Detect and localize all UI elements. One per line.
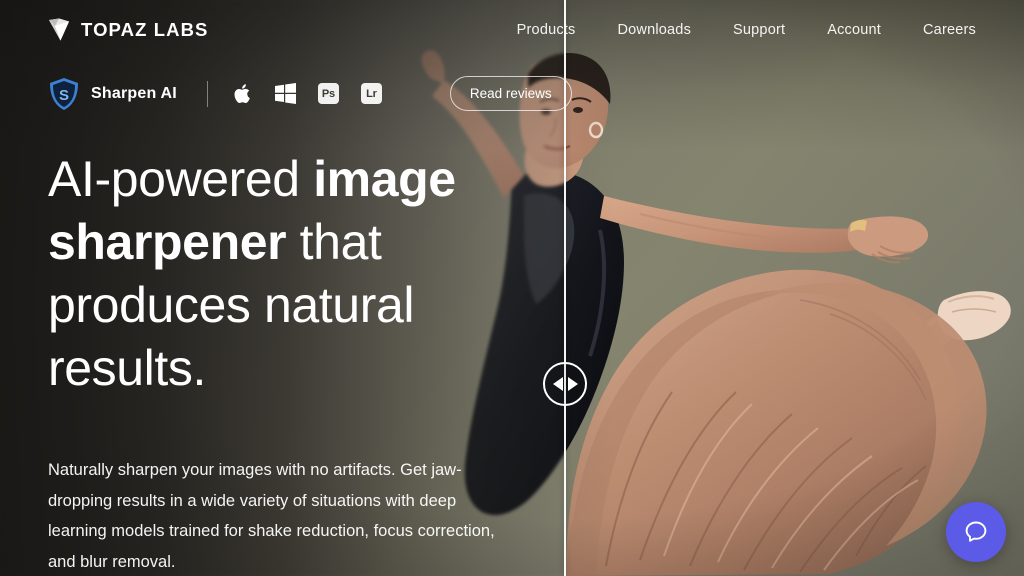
platform-icons: Ps Lr — [234, 83, 382, 105]
lightroom-chip-label: Lr — [360, 83, 382, 104]
nav-link-products[interactable]: Products — [517, 22, 576, 38]
arrow-left-icon — [552, 377, 563, 391]
diamond-gem-icon — [49, 18, 69, 41]
comparison-after-pane — [565, 0, 1024, 576]
product-bar: S Sharpen AI Ps Lr Read reviews — [48, 76, 572, 111]
hero-copy: AI-powered image sharpener that produces… — [48, 148, 518, 576]
lightroom-icon[interactable]: Lr — [360, 83, 382, 104]
vertical-divider — [206, 80, 208, 107]
hero-section: TOPAZ LABS Products Downloads Support Ac… — [0, 0, 1024, 576]
hero-subcopy: Naturally sharpen your images with no ar… — [48, 461, 495, 571]
shield-s-icon: S — [50, 77, 78, 110]
read-reviews-button[interactable]: Read reviews — [449, 76, 572, 111]
topaz-labs-logo[interactable]: TOPAZ LABS — [48, 18, 208, 42]
photoshop-chip-label: Ps — [317, 83, 339, 104]
windows-icon[interactable] — [274, 83, 296, 104]
nav-link-support[interactable]: Support — [733, 22, 785, 38]
headline-part-1: AI-powered — [48, 151, 314, 207]
primary-nav: Products Downloads Support Account Caree… — [517, 22, 976, 38]
chat-launcher-button[interactable] — [946, 502, 1006, 562]
product-sharpen-ai[interactable]: S Sharpen AI — [48, 77, 177, 111]
brand-name-text: TOPAZ LABS — [81, 19, 209, 40]
nav-link-careers[interactable]: Careers — [923, 22, 976, 38]
page-title: AI-powered image sharpener that produces… — [48, 148, 518, 400]
top-navigation-bar: TOPAZ LABS Products Downloads Support Ac… — [0, 0, 1024, 60]
arrow-right-icon — [567, 377, 578, 391]
product-name-text: Sharpen AI — [91, 84, 177, 102]
photoshop-icon[interactable]: Ps — [317, 83, 339, 104]
comparison-slider-handle[interactable] — [543, 362, 587, 406]
chat-bubble-icon — [965, 521, 987, 542]
nav-link-account[interactable]: Account — [827, 22, 881, 38]
svg-text:S: S — [59, 87, 69, 104]
apple-icon[interactable] — [234, 83, 253, 105]
nav-link-downloads[interactable]: Downloads — [617, 22, 691, 38]
